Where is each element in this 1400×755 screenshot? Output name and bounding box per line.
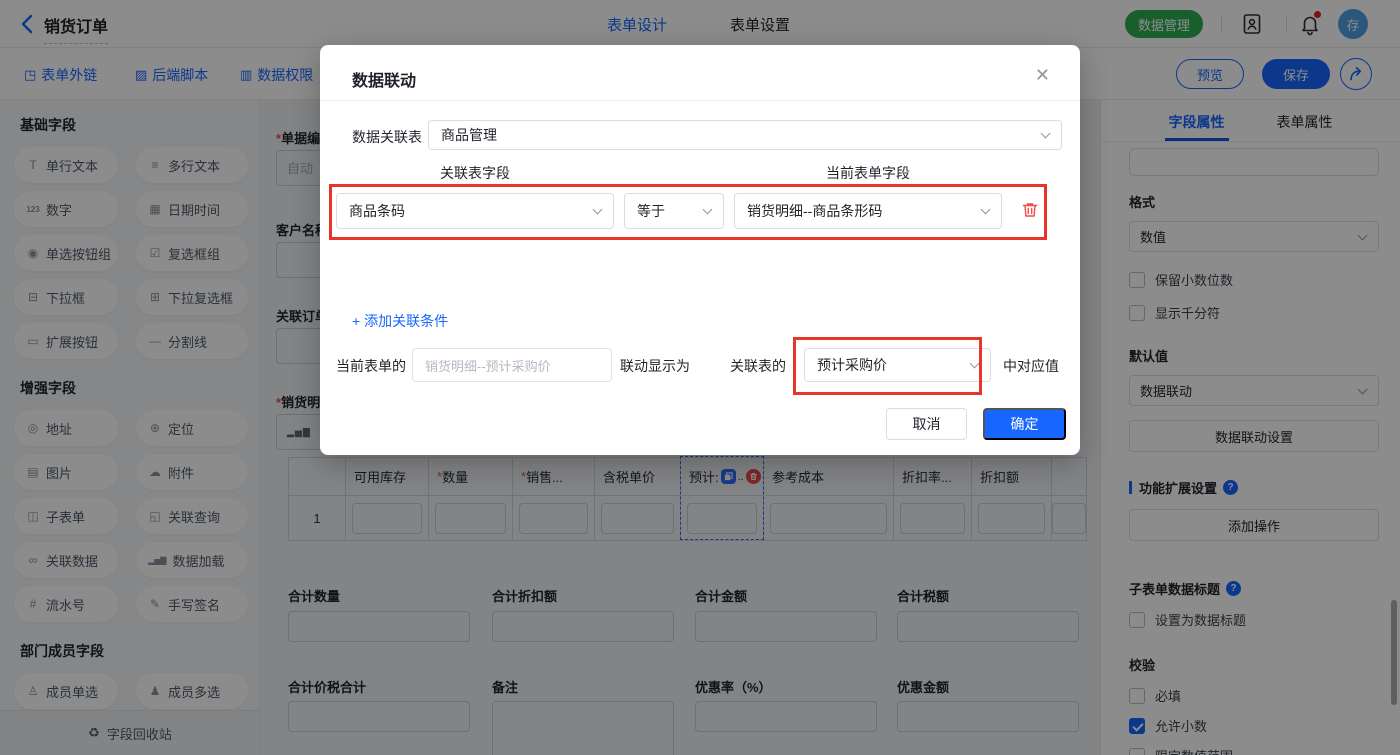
- close-icon[interactable]: ✕: [1035, 65, 1050, 86]
- modal-header-divider: [320, 100, 1080, 101]
- current-form-field-column-header: 当前表单字段: [734, 163, 1002, 183]
- current-field-input[interactable]: 销货明细--预计采购价: [412, 348, 612, 382]
- data-linkage-modal: 数据联动 ✕ 数据关联表 商品管理 关联表字段 当前表单字段 商品条码 等于 销…: [320, 45, 1080, 455]
- condition-field-select[interactable]: 商品条码: [336, 193, 614, 229]
- condition-operator-select[interactable]: 等于: [624, 193, 724, 229]
- delete-condition-icon[interactable]: [1021, 201, 1039, 224]
- chevron-down-icon: [970, 359, 980, 369]
- chevron-down-icon: [1041, 129, 1051, 139]
- relation-of-label: 关联表的: [730, 356, 786, 376]
- chevron-down-icon: [703, 205, 713, 215]
- modal-title: 数据联动: [352, 67, 416, 91]
- relation-field-select[interactable]: 预计采购价: [804, 348, 991, 382]
- relation-table-label: 数据关联表: [352, 127, 422, 147]
- relation-table-select[interactable]: 商品管理: [428, 120, 1062, 150]
- condition-target-select[interactable]: 销货明细--商品条形码: [734, 193, 1002, 229]
- display-as-label: 联动显示为: [620, 356, 690, 376]
- app-screen: 销货订单 表单设计 表单设置 数据管理 存 ◳ 表单外链 ▨ 后端脚本 ▥ 数据…: [0, 0, 1400, 755]
- cancel-button[interactable]: 取消: [886, 408, 967, 440]
- corresponding-value-label: 中对应值: [1003, 356, 1059, 376]
- confirm-button[interactable]: 确定: [983, 408, 1066, 440]
- chevron-down-icon: [981, 205, 991, 215]
- chevron-down-icon: [593, 205, 603, 215]
- add-condition-link[interactable]: + 添加关联条件: [352, 311, 448, 331]
- relation-field-column-header: 关联表字段: [336, 163, 614, 183]
- current-form-label: 当前表单的: [336, 356, 406, 376]
